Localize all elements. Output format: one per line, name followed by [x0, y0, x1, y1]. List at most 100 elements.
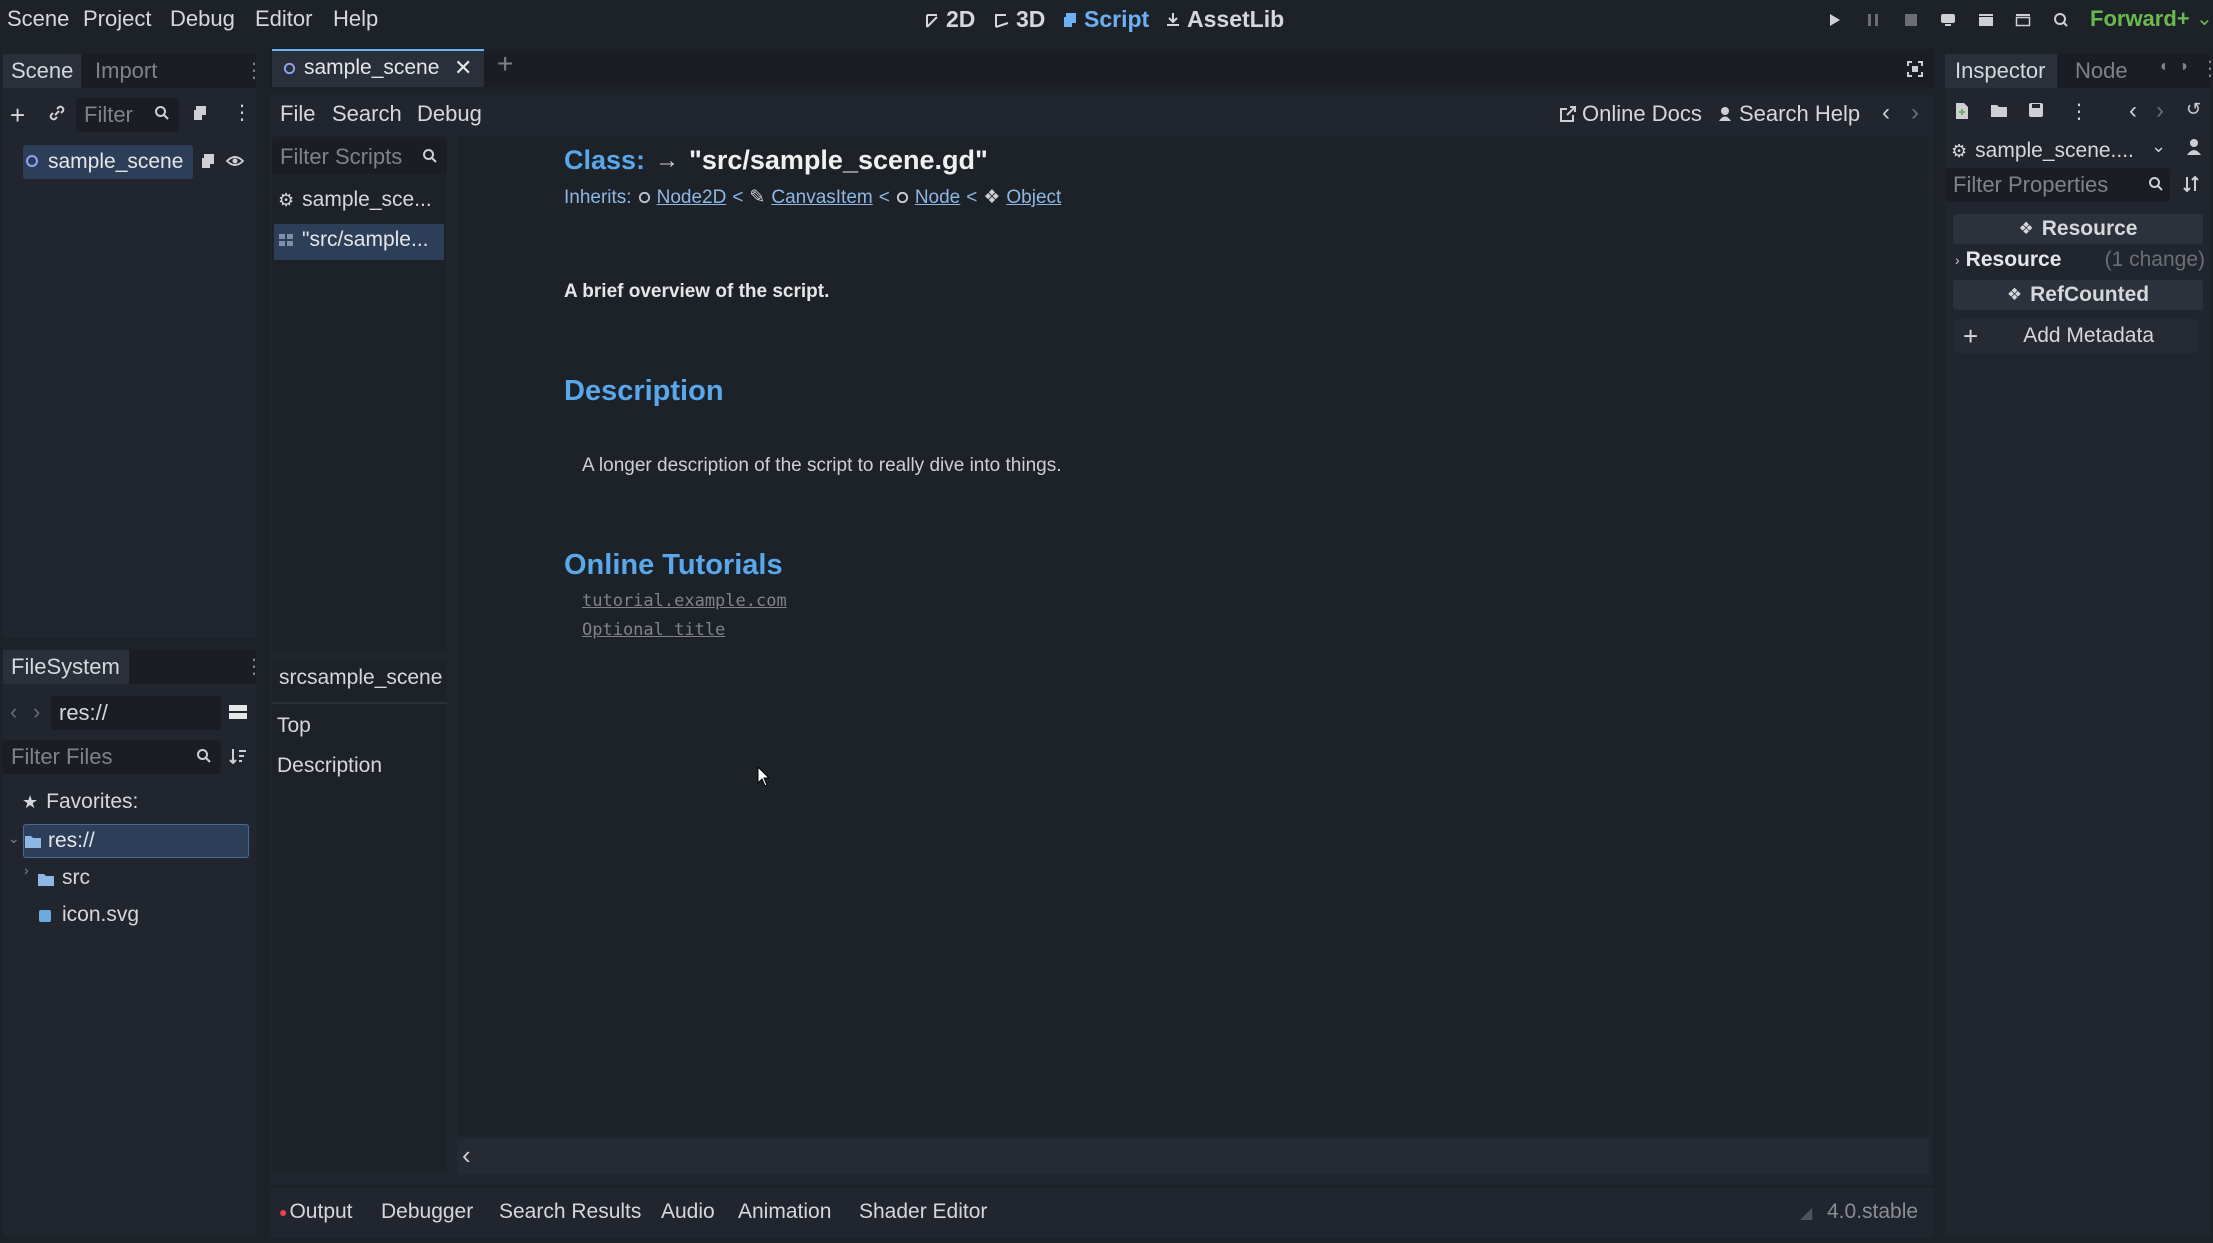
new-resource-icon[interactable]	[1954, 102, 1970, 120]
attach-script-icon[interactable]	[192, 104, 210, 122]
renderer-selector[interactable]: Forward+	[2090, 6, 2190, 32]
file-icon-svg-label[interactable]: icon.svg	[62, 903, 139, 927]
scene-options-icon[interactable]: ⋮	[232, 100, 252, 125]
tab-search-results[interactable]: Search Results	[499, 1200, 641, 1224]
distraction-free-icon[interactable]	[1907, 61, 1923, 77]
tutorial-link[interactable]: tutorial.example.com	[582, 591, 787, 611]
dock-move-left-icon[interactable]: ◐	[2160, 58, 2170, 76]
search-help-button[interactable]: Search Help	[1717, 101, 1860, 127]
movie-maker-button[interactable]	[2050, 9, 2072, 31]
class-header: Class: → "src/sample_scene.gd"	[564, 145, 988, 176]
dock-move-right-icon[interactable]: ◑	[2178, 58, 2188, 76]
menu-help[interactable]: Help	[333, 6, 378, 32]
workspace-3d-button[interactable]: 3D	[994, 6, 1045, 33]
pause-button[interactable]	[1862, 9, 1884, 31]
favorites-row[interactable]: ★ Favorites:	[22, 790, 138, 814]
section-resource-header[interactable]: ❖ Resource	[1953, 214, 2203, 244]
filter-properties-placeholder: Filter Properties	[1953, 172, 2109, 197]
tab-animation[interactable]: Animation	[738, 1200, 831, 1224]
back-arrow-icon[interactable]: ‹	[10, 699, 17, 725]
history-forward-icon[interactable]: ›	[2156, 97, 2164, 125]
folder-src-label[interactable]: src	[62, 866, 90, 890]
dock-menu-icon[interactable]: ⋮	[2200, 56, 2213, 81]
menu-editor[interactable]: Editor	[255, 6, 312, 32]
script-list-item[interactable]: ⚙ sample_sce...	[278, 188, 432, 212]
chevron-down-icon[interactable]: ⌄	[2151, 136, 2166, 157]
tab-output[interactable]: ● Output	[279, 1200, 353, 1224]
filter-scripts-placeholder: Filter Scripts	[280, 144, 403, 169]
save-icon[interactable]	[2028, 102, 2044, 118]
script-list-item-doc[interactable]: "src/sample...	[278, 228, 428, 252]
run-current-scene-button[interactable]	[1975, 9, 1997, 31]
outline-item-description[interactable]: Description	[277, 754, 382, 778]
stop-button[interactable]	[1900, 9, 1922, 31]
tab-scene[interactable]: Scene	[3, 54, 81, 88]
inherits-link-node[interactable]: Node	[915, 187, 960, 209]
workspace-2d-button[interactable]: 2D	[924, 6, 975, 33]
run-specific-scene-button[interactable]	[2012, 9, 2034, 31]
chevron-down-icon[interactable]: ⌄	[8, 830, 20, 847]
close-icon[interactable]: ✕	[454, 55, 472, 81]
remote-debug-button[interactable]	[1937, 9, 1959, 31]
sort-icon[interactable]	[2183, 176, 2199, 192]
run-project-button[interactable]	[1824, 9, 1846, 31]
script-menu-debug[interactable]: Debug	[417, 101, 482, 127]
tutorials-heading: Online Tutorials	[564, 549, 783, 581]
dock-menu-icon[interactable]: ⋮	[244, 58, 264, 83]
outline-item-top[interactable]: Top	[277, 714, 311, 738]
workspace-script-button[interactable]: Script	[1062, 6, 1149, 33]
history-back-icon[interactable]: ‹	[1882, 99, 1890, 127]
sort-icon[interactable]	[229, 748, 247, 764]
search-help-label: Search Help	[1739, 101, 1861, 126]
resource-property-group[interactable]: › Resource (1 change)	[1955, 248, 2205, 272]
add-metadata-button[interactable]: + Add Metadata	[1953, 319, 2198, 353]
inspector-options-icon[interactable]: ⋮	[2069, 99, 2089, 124]
forward-arrow-icon[interactable]: ›	[33, 699, 40, 725]
script-list-item-label: sample_sce...	[302, 188, 432, 211]
inherits-link-object[interactable]: Object	[1006, 187, 1061, 209]
tab-shader-editor[interactable]: Shader Editor	[859, 1200, 987, 1224]
tab-debugger[interactable]: Debugger	[381, 1200, 473, 1224]
online-docs-button[interactable]: Online Docs	[1560, 101, 1702, 127]
tutorial-link[interactable]: Optional title	[582, 620, 725, 640]
script-menu-file[interactable]: File	[280, 101, 315, 127]
add-node-icon[interactable]: +	[10, 100, 25, 131]
history-icon[interactable]: ↺	[2186, 99, 2201, 120]
resource-selector[interactable]: ⚙ sample_scene....	[1951, 136, 2166, 166]
menu-scene[interactable]: Scene	[7, 6, 69, 32]
tab-audio[interactable]: Audio	[661, 1200, 715, 1224]
tab-filesystem[interactable]: FileSystem	[3, 650, 129, 684]
visibility-eye-icon[interactable]	[226, 154, 244, 168]
remote-debug-icon	[1940, 13, 1956, 27]
tab-import[interactable]: Import	[95, 54, 157, 88]
menu-project[interactable]: Project	[83, 6, 151, 32]
toggle-scripts-panel-icon[interactable]: ‹	[462, 1140, 471, 1171]
inherits-link-node2d[interactable]: Node2D	[657, 187, 727, 209]
filter-scripts-input[interactable]: Filter Scripts	[272, 140, 447, 174]
link-icon[interactable]	[48, 104, 66, 122]
history-forward-icon[interactable]: ›	[1911, 99, 1919, 127]
filesystem-path-input[interactable]: res://	[51, 696, 221, 730]
tab-inspector[interactable]: Inspector	[1945, 54, 2057, 88]
filesystem-filter-input[interactable]: Filter Files	[3, 740, 221, 774]
script-doc-icon[interactable]	[2185, 138, 2203, 156]
split-mode-icon[interactable]	[229, 703, 247, 721]
script-icon[interactable]	[200, 152, 216, 170]
tab-node[interactable]: Node	[2075, 54, 2128, 88]
chevron-right-icon[interactable]: ›	[24, 862, 29, 878]
workspace-assetlib-button[interactable]: AssetLib	[1165, 6, 1284, 33]
3d-icon	[994, 11, 1010, 29]
script-menu-search[interactable]: Search	[332, 101, 402, 127]
inherits-link-canvasitem[interactable]: CanvasItem	[771, 187, 872, 209]
open-folder-icon[interactable]	[1991, 103, 2009, 119]
search-icon	[2148, 176, 2164, 192]
section-refcounted-header[interactable]: ❖ RefCounted	[1953, 280, 2203, 310]
menu-debug[interactable]: Debug	[170, 6, 235, 32]
resource-icon: ❖	[2018, 219, 2034, 238]
dock-menu-icon[interactable]: ⋮	[244, 654, 264, 679]
add-scene-tab-icon[interactable]: +	[497, 48, 513, 80]
filesystem-path-value: res://	[59, 700, 108, 725]
scene-filter-placeholder: Filter	[84, 102, 133, 127]
filter-properties-input[interactable]: Filter Properties	[1945, 168, 2170, 202]
history-back-icon[interactable]: ‹	[2129, 97, 2137, 125]
